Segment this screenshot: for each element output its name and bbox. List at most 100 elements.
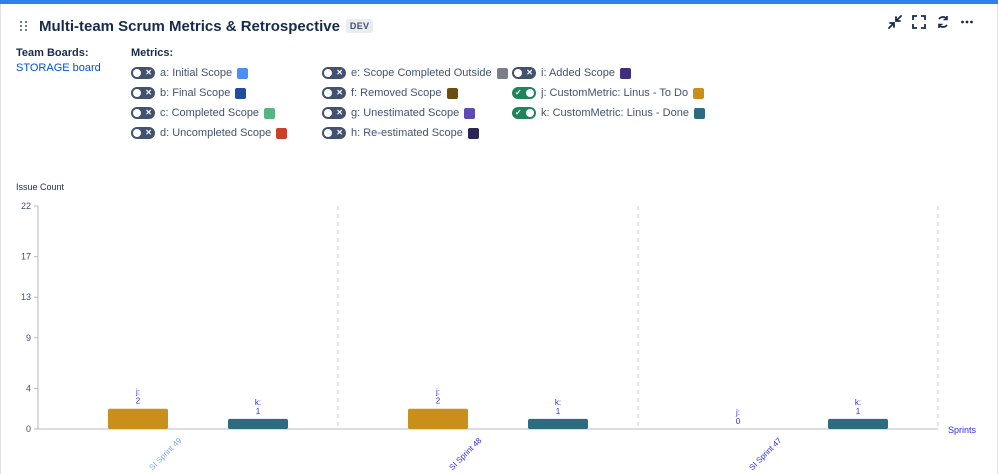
data-label-series: j: — [435, 388, 440, 397]
metric-row-g: ✕ g: Unestimated Scope — [322, 103, 508, 123]
toggle-knob — [514, 69, 522, 77]
metric-toggle[interactable]: ✓ — [512, 107, 536, 119]
bar-chart: Issue Count049131722Sprintsj:2 k:1SI Spri… — [16, 182, 977, 472]
data-label-value: 1 — [256, 407, 261, 416]
metric-label: d: Uncompleted Scope — [160, 127, 272, 139]
data-label-series: j: — [135, 388, 140, 397]
team-boards-label: Team Boards: — [16, 47, 89, 59]
category-label: SI Sprint 48 — [447, 436, 483, 472]
metric-toggle[interactable]: ✕ — [131, 67, 155, 79]
cross-icon: ✕ — [145, 68, 152, 77]
category-label: SI Sprint 47 — [747, 436, 783, 472]
metric-color-swatch — [693, 87, 705, 99]
data-label-series: j: — [735, 408, 740, 417]
metric-row-i: ✕ i: Added Scope — [512, 63, 705, 83]
metrics-column-2: ✕ e: Scope Completed Outside ✕ f: Removed S… — [322, 63, 508, 143]
data-label-value: 1 — [856, 407, 861, 416]
data-label-value: 0 — [736, 417, 741, 426]
toggle-knob — [133, 89, 141, 97]
metric-row-k: ✓ k: CustomMetric: Linus - Done — [512, 103, 705, 123]
data-label-value: 1 — [556, 407, 561, 416]
data-label-series: k: — [255, 398, 261, 407]
metric-row-h: ✕ h: Re-estimated Scope — [322, 123, 508, 143]
toggle-knob — [133, 129, 141, 137]
metric-row-e: ✕ e: Scope Completed Outside — [322, 63, 508, 83]
metrics-column-3: ✕ i: Added Scope ✓ j: CustomMetric: Linus -… — [512, 63, 705, 123]
toggle-knob — [526, 109, 534, 117]
y-tick-label: 22 — [21, 201, 31, 211]
header-actions — [888, 15, 974, 29]
bar-k — [828, 418, 888, 429]
toggle-knob — [324, 129, 332, 137]
metric-label: e: Scope Completed Outside — [351, 67, 492, 79]
y-tick-label: 4 — [26, 383, 31, 393]
toggle-knob — [133, 109, 141, 117]
metric-color-swatch — [276, 127, 288, 139]
metric-row-j: ✓ j: CustomMetric: Linus - To Do — [512, 83, 705, 103]
data-label-series: k: — [555, 398, 561, 407]
metric-row-c: ✕ c: Completed Scope — [131, 103, 287, 123]
data-label-value: 2 — [436, 397, 441, 406]
bar-j — [408, 408, 468, 429]
toggle-knob — [133, 69, 141, 77]
cross-icon: ✕ — [336, 128, 343, 137]
cross-icon: ✕ — [145, 128, 152, 137]
cross-icon: ✕ — [336, 108, 343, 117]
metric-toggle[interactable]: ✕ — [322, 127, 346, 139]
metric-color-swatch — [264, 107, 276, 119]
data-label-series: k: — [855, 398, 861, 407]
metric-color-swatch — [464, 107, 476, 119]
metric-label: i: Added Scope — [541, 67, 616, 79]
metric-label: h: Re-estimated Scope — [351, 127, 463, 139]
y-tick-label: 13 — [21, 292, 31, 302]
metric-row-a: ✕ a: Initial Scope — [131, 63, 287, 83]
metric-color-swatch — [446, 87, 458, 99]
metrics-column-1: ✕ a: Initial Scope ✕ b: Final Scope ✕ c: Comp… — [131, 63, 288, 143]
metric-toggle[interactable]: ✕ — [322, 67, 346, 79]
metric-color-swatch — [467, 127, 479, 139]
gadget-title: Multi-team Scrum Metrics & Retrospective — [39, 17, 340, 35]
metric-label: b: Final Scope — [160, 87, 231, 99]
metric-color-swatch — [693, 107, 705, 119]
bar-k — [228, 418, 288, 429]
check-icon: ✓ — [515, 108, 522, 117]
metric-color-swatch — [496, 67, 508, 79]
y-tick-label: 0 — [26, 424, 31, 434]
metric-label: a: Initial Scope — [160, 67, 233, 79]
y-tick-label: 9 — [26, 333, 31, 343]
team-boards: Team Boards: STORAGE board — [16, 47, 116, 74]
check-icon: ✓ — [515, 88, 522, 97]
toggle-knob — [324, 109, 332, 117]
metric-toggle[interactable]: ✕ — [322, 87, 346, 99]
metric-toggle[interactable]: ✕ — [131, 127, 155, 139]
refresh-icon[interactable] — [936, 15, 950, 29]
metric-row-f: ✕ f: Removed Scope — [322, 83, 508, 103]
y-tick-label: 17 — [21, 252, 31, 262]
metric-toggle[interactable]: ✓ — [512, 87, 536, 99]
metrics-panel: Metrics: ✕ a: Initial Scope ✕ b: Final Scop… — [131, 47, 731, 139]
metric-toggle[interactable]: ✕ — [322, 107, 346, 119]
y-axis-label: Issue Count — [16, 182, 65, 192]
cross-icon: ✕ — [526, 68, 533, 77]
board-link-storage[interactable]: STORAGE board — [16, 62, 116, 74]
metric-toggle[interactable]: ✕ — [131, 87, 155, 99]
minimize-icon[interactable] — [888, 15, 902, 29]
cross-icon: ✕ — [336, 88, 343, 97]
cross-icon: ✕ — [336, 68, 343, 77]
cross-icon: ✕ — [145, 88, 152, 97]
metric-row-d: ✕ d: Uncompleted Scope — [131, 123, 288, 143]
metric-label: j: CustomMetric: Linus - To Do — [541, 87, 689, 99]
metric-toggle[interactable]: ✕ — [131, 107, 155, 119]
bar-k — [528, 418, 588, 429]
x-axis-label: Sprints — [948, 425, 977, 435]
metric-label: g: Unestimated Scope — [351, 107, 460, 119]
metric-toggle[interactable]: ✕ — [512, 67, 536, 79]
metric-label: f: Removed Scope — [351, 87, 442, 99]
drag-handle-icon[interactable] — [20, 19, 30, 33]
more-actions-icon[interactable] — [960, 15, 974, 29]
fullscreen-icon[interactable] — [912, 15, 926, 29]
toggle-knob — [324, 69, 332, 77]
gadget-header: Multi-team Scrum Metrics & Retrospective… — [20, 16, 374, 36]
metric-color-swatch — [620, 67, 632, 79]
metric-label: k: CustomMetric: Linus - Done — [541, 107, 689, 119]
